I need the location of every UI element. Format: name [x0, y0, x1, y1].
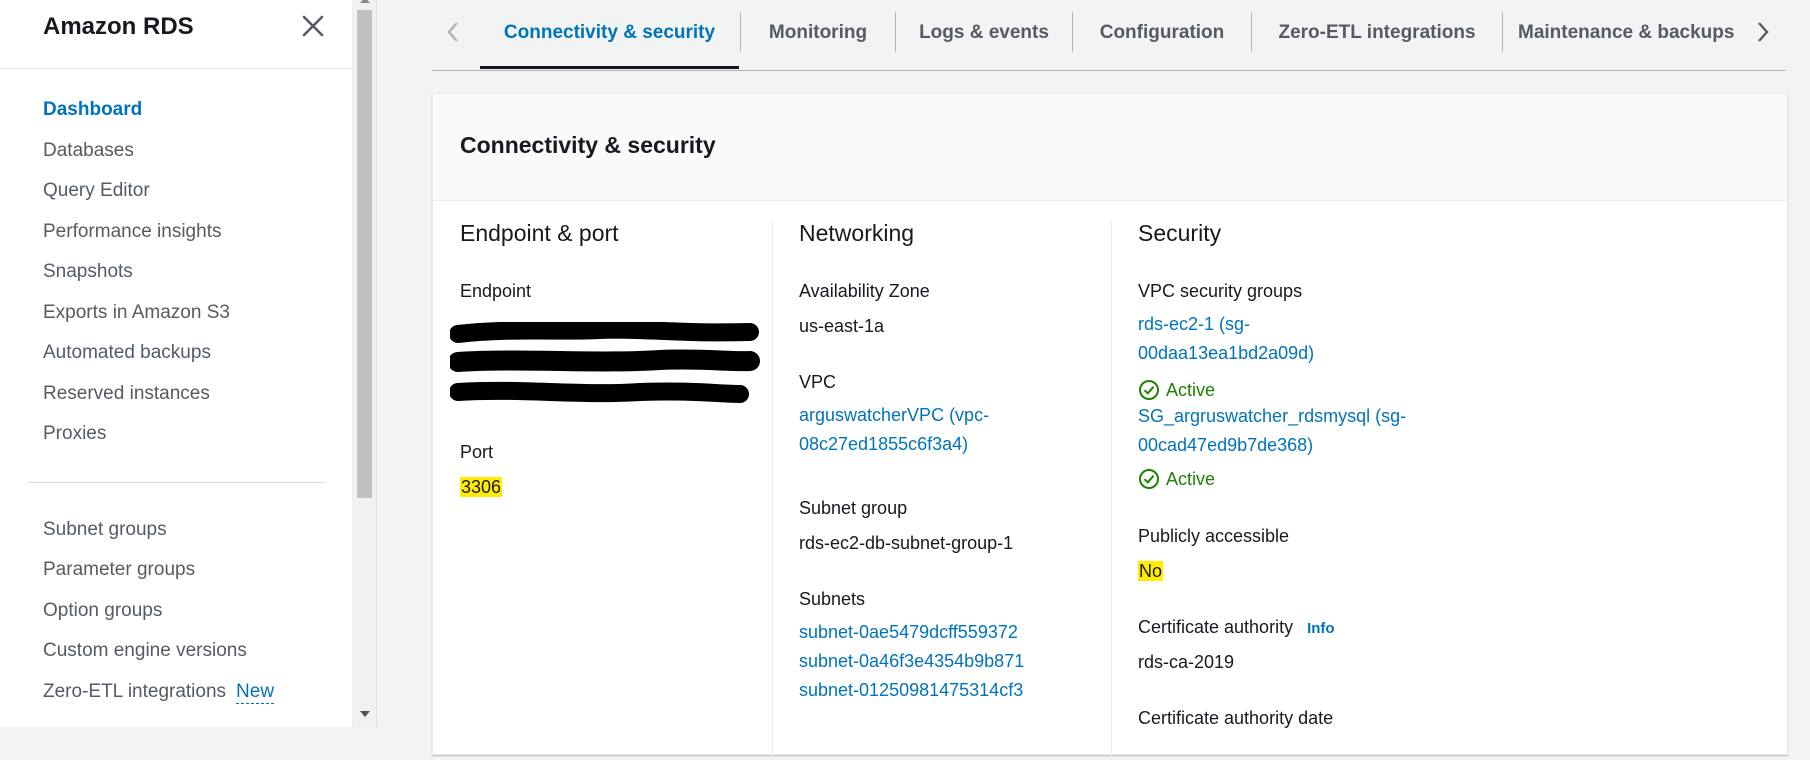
sidebar-scrollbar[interactable] — [353, 0, 377, 727]
security-group-link-2[interactable]: SG_argruswatcher_rdsmysql (sg- 00cad47ed… — [1138, 402, 1406, 460]
certificate-authority-label: Certificate authority — [1138, 617, 1294, 637]
status-text: Active — [1166, 379, 1216, 400]
chevron-left-icon[interactable] — [442, 20, 466, 44]
vpc-link-line2: 08c27ed1855c6f3a4) — [799, 434, 969, 454]
tab-logs-events[interactable]: Logs & events — [896, 0, 1072, 68]
certificate-authority-value: rds-ca-2019 — [1138, 652, 1235, 672]
port-label: Port — [460, 442, 494, 462]
endpoint-port-heading: Endpoint & port — [460, 220, 619, 246]
tab-monitoring[interactable]: Monitoring — [741, 0, 895, 68]
info-link[interactable]: Info — [1307, 620, 1335, 637]
security-group-link-line2: 00daa13ea1bd2a09d) — [1138, 343, 1315, 363]
networking-heading: Networking — [799, 220, 915, 246]
endpoint-label: Endpoint — [460, 281, 532, 301]
security-group-link-line1: SG_argruswatcher_rdsmysql (sg- — [1138, 406, 1407, 426]
sidebar-divider — [28, 482, 326, 483]
sidebar-item-parameter-groups[interactable]: Parameter groups — [43, 559, 195, 581]
tab-connectivity-security[interactable]: Connectivity & security — [480, 0, 739, 69]
panel-header: Connectivity & security — [433, 94, 1787, 201]
sidebar-item-dashboard[interactable]: Dashboard — [43, 99, 142, 121]
sidebar-item-label: Zero-ETL integrations — [43, 681, 227, 702]
security-column: Security VPC security groups rds-ec2-1 (… — [1138, 220, 1558, 760]
subnet-group-label: Subnet group — [799, 498, 908, 518]
status-text: Active — [1166, 468, 1216, 489]
column-divider — [1111, 220, 1112, 760]
subnets-label: Subnets — [799, 589, 866, 609]
sidebar-item-proxies[interactable]: Proxies — [43, 423, 106, 445]
sidebar-item-reserved-instances[interactable]: Reserved instances — [43, 383, 210, 405]
security-heading: Security — [1138, 220, 1222, 246]
tab-configuration[interactable]: Configuration — [1073, 0, 1251, 68]
endpoint-port-column: Endpoint & port Endpoint Port 3306 — [450, 220, 760, 760]
panel-title: Connectivity & security — [460, 132, 716, 158]
sidebar-item-exports-s3[interactable]: Exports in Amazon S3 — [43, 302, 230, 324]
redacted-endpoint — [450, 322, 760, 403]
vpc-link-line1: arguswatcherVPC (vpc- — [799, 405, 990, 425]
certificate-authority-label-row: Certificate authority Info — [1138, 617, 1335, 638]
availability-zone-value: us-east-1a — [799, 316, 885, 336]
publicly-accessible-value: No — [1138, 561, 1164, 581]
close-icon[interactable] — [300, 13, 326, 39]
scroll-down-arrow-icon[interactable] — [360, 711, 370, 717]
availability-zone-label: Availability Zone — [799, 281, 930, 301]
tab-separator — [1502, 12, 1503, 52]
vpc-label: VPC — [799, 372, 837, 392]
column-divider — [772, 220, 773, 760]
port-value-wrapper: 3306 — [460, 477, 503, 498]
networking-column: Networking Availability Zone us-east-1a … — [799, 220, 1109, 760]
security-group-status-1: Active — [1138, 379, 1215, 401]
subnet-group-value: rds-ec2-db-subnet-group-1 — [799, 533, 1014, 553]
security-group-link-1[interactable]: rds-ec2-1 (sg- 00daa13ea1bd2a09d) — [1138, 310, 1314, 368]
vpc-security-groups-label: VPC security groups — [1138, 281, 1303, 301]
tab-zero-etl[interactable]: Zero-ETL integrations — [1252, 0, 1502, 68]
check-circle-icon — [1139, 380, 1159, 400]
vpc-link[interactable]: arguswatcherVPC (vpc- 08c27ed1855c6f3a4) — [799, 401, 989, 459]
sidebar-header: Amazon RDS — [0, 0, 352, 69]
chevron-right-icon[interactable] — [1750, 20, 1774, 44]
subnet-link[interactable]: subnet-01250981475314cf3 — [799, 676, 1023, 705]
security-group-link-line1: rds-ec2-1 (sg- — [1138, 314, 1251, 334]
sidebar-item-databases[interactable]: Databases — [43, 140, 134, 162]
sidebar-item-zero-etl[interactable]: Zero-ETL integrations New — [43, 681, 275, 704]
subnet-link[interactable]: subnet-0ae5479dcff559372 — [799, 618, 1018, 647]
sidebar-item-option-groups[interactable]: Option groups — [43, 600, 162, 622]
publicly-accessible-wrapper: No — [1138, 561, 1164, 582]
sidebar-item-snapshots[interactable]: Snapshots — [43, 261, 133, 283]
certificate-authority-date-label: Certificate authority date — [1138, 708, 1334, 728]
connectivity-security-panel: Connectivity & security Endpoint & port … — [432, 93, 1788, 760]
sidebar-item-query-editor[interactable]: Query Editor — [43, 180, 150, 202]
scroll-thumb[interactable] — [357, 10, 372, 498]
sidebar-item-subnet-groups[interactable]: Subnet groups — [43, 519, 167, 541]
tab-maintenance-backups[interactable]: Maintenance & backups — [1518, 0, 1742, 68]
check-circle-icon — [1139, 469, 1159, 489]
publicly-accessible-label: Publicly accessible — [1138, 526, 1290, 546]
sidebar-item-performance-insights[interactable]: Performance insights — [43, 221, 221, 243]
sidebar-item-custom-engine-versions[interactable]: Custom engine versions — [43, 640, 247, 662]
tab-bar: Connectivity & security Monitoring Logs … — [432, 0, 1786, 71]
sidebar: Amazon RDS Dashboard Databases Query Edi… — [0, 0, 353, 727]
scroll-up-arrow-icon[interactable] — [360, 0, 370, 3]
sidebar-item-automated-backups[interactable]: Automated backups — [43, 342, 211, 364]
new-badge: New — [236, 681, 275, 704]
security-group-link-line2: 00cad47ed9b7de368) — [1138, 435, 1314, 455]
security-group-status-2: Active — [1138, 468, 1215, 490]
subnet-link[interactable]: subnet-0a46f3e4354b9b871 — [799, 647, 1024, 676]
sidebar-title: Amazon RDS — [43, 13, 194, 40]
port-value: 3306 — [460, 477, 503, 497]
